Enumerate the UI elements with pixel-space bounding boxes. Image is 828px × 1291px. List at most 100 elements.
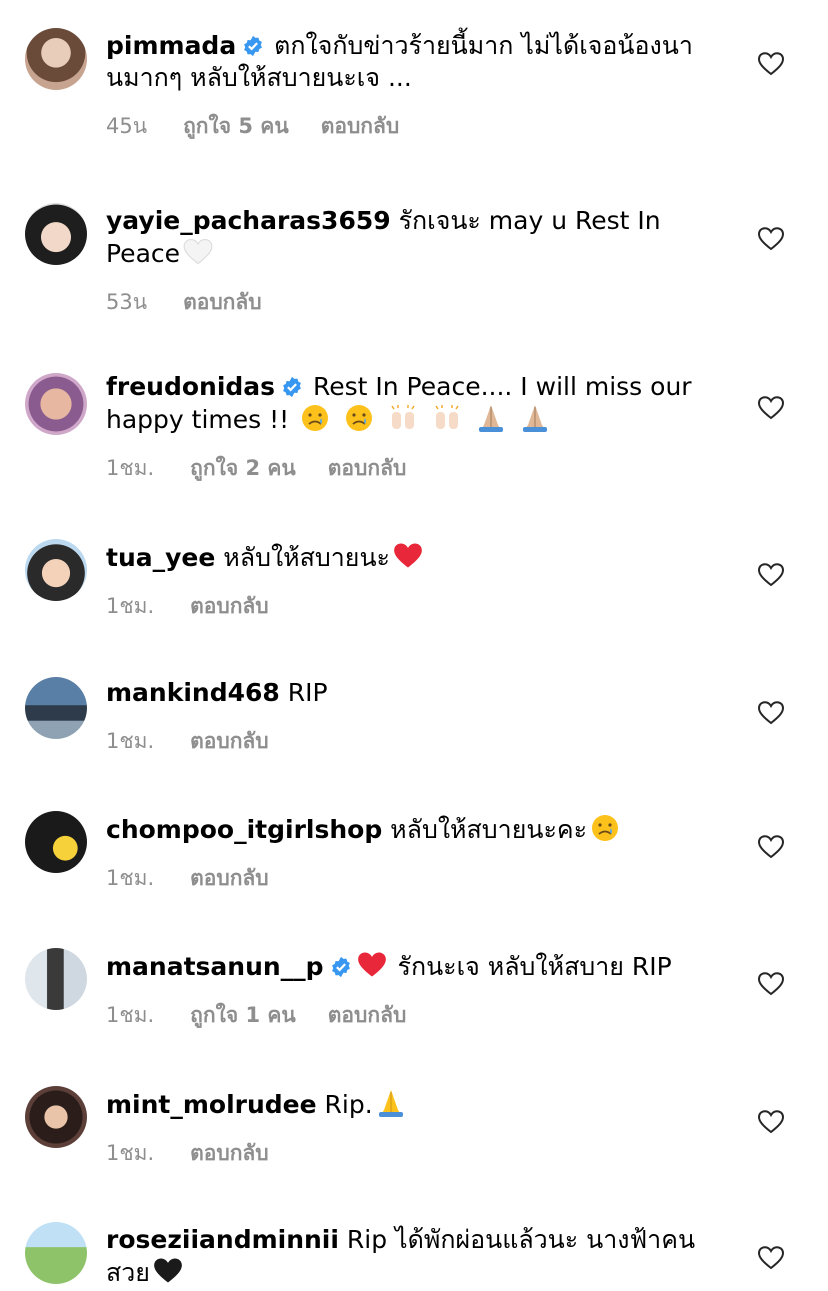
username[interactable]: yayie_pacharas3659 (106, 206, 391, 235)
comment-body: tua_yee หลับให้สบายนะ 1ชม. ตอบกลับ (106, 541, 746, 623)
comment-body: freudonidas Rest In Peace.... I will mis… (106, 371, 746, 485)
crying-face-icon (592, 815, 619, 841)
comment-content-2: happy times !! (106, 405, 290, 434)
raising-hands-icon (391, 405, 415, 429)
username[interactable]: manatsanun__p (106, 952, 324, 981)
heart-icon[interactable] (758, 835, 784, 859)
comment-meta: 1ชม. ตอบกลับ (106, 590, 746, 623)
comment-text: roseziiandminnii Rip ได้พักผ่อนแล้วนะ นา… (106, 1224, 746, 1289)
heart-icon[interactable] (758, 1246, 784, 1270)
comment-body: mint_molrudee Rip. 1ชม. ตอบกลับ (106, 1088, 746, 1170)
comment-text: pimmada ตกใจกับข่าวร้ายนี้มาก ไม่ได้เจอน… (106, 30, 746, 94)
avatar[interactable] (25, 1086, 87, 1148)
heart-icon[interactable] (758, 1110, 784, 1134)
heart-icon[interactable] (758, 227, 784, 251)
avatar[interactable] (25, 811, 87, 873)
timestamp: 1ชม. (106, 1003, 155, 1027)
comment-meta: 53น ตอบกลับ (106, 286, 746, 319)
comment-body: pimmada ตกใจกับข่าวร้ายนี้มาก ไม่ได้เจอน… (106, 30, 746, 143)
heart-icon[interactable] (758, 396, 784, 420)
like-count[interactable]: ถูกใจ 5 คน (183, 114, 289, 138)
comment-content-2: สวย (106, 1258, 150, 1287)
comment-text: yayie_pacharas3659 รักเจนะ may u Rest In… (106, 205, 746, 270)
avatar[interactable] (25, 948, 87, 1010)
timestamp: 45น (106, 114, 148, 138)
crying-face-icon (302, 405, 329, 431)
white-heart-icon (183, 238, 213, 265)
heart-icon[interactable] (758, 563, 784, 587)
username[interactable]: mankind468 (106, 678, 280, 707)
folded-hands-icon (378, 1090, 403, 1117)
reply-button[interactable]: ตอบกลับ (183, 290, 262, 314)
red-heart-icon (394, 543, 422, 568)
avatar[interactable] (25, 28, 87, 90)
comment-text: freudonidas Rest In Peace.... I will mis… (106, 371, 746, 436)
timestamp: 1ชม. (106, 729, 155, 753)
comment-content-2: นมากๆ หลับให้สบายนะเจ ... (106, 63, 412, 92)
username[interactable]: freudonidas (106, 372, 275, 401)
username[interactable]: tua_yee (106, 543, 215, 572)
comment-content-2: Peace (106, 239, 181, 268)
folded-hands-icon (478, 405, 503, 432)
comment-meta: 1ชม. ถูกใจ 1 คน ตอบกลับ (106, 999, 746, 1032)
timestamp: 1ชม. (106, 456, 155, 480)
avatar[interactable] (25, 203, 87, 265)
comment-content: หลับให้สบายนะคะ (382, 815, 588, 844)
comment-body: manatsanun__p รักนะเจ หลับให้สบาย RIP 1ช… (106, 950, 746, 1032)
username[interactable]: mint_molrudee (106, 1090, 317, 1119)
avatar[interactable] (25, 1222, 87, 1284)
comment-text: manatsanun__p รักนะเจ หลับให้สบาย RIP (106, 950, 746, 983)
reply-button[interactable]: ตอบกลับ (328, 456, 407, 480)
red-heart-icon (357, 952, 386, 977)
heart-icon[interactable] (758, 701, 784, 725)
comment-content: รักเจนะ may u Rest In (390, 206, 661, 235)
folded-hands-icon (522, 405, 547, 432)
timestamp: 1ชม. (106, 866, 155, 890)
reply-button[interactable]: ตอบกลับ (190, 729, 269, 753)
comment-body: chompoo_itgirlshop หลับให้สบายนะคะ 1ชม. ต… (106, 813, 746, 895)
verified-badge-icon (244, 35, 263, 57)
timestamp: 53น (106, 290, 148, 314)
comment-content: ตกใจกับข่าวร้ายนี้มาก ไม่ได้เจอน้องนา (266, 31, 693, 60)
reply-button[interactable]: ตอบกลับ (190, 1141, 269, 1165)
comment-meta: 1ชม. ถูกใจ 2 คน ตอบกลับ (106, 452, 746, 485)
comment-meta: 1ชม. ตอบกลับ (106, 862, 746, 895)
comment-text: tua_yee หลับให้สบายนะ (106, 541, 746, 574)
timestamp: 1ชม. (106, 1141, 155, 1165)
comment-content: RIP (279, 678, 328, 707)
timestamp: 1ชม. (106, 594, 155, 618)
comment-content: Rip ได้พักผ่อนแล้วนะ นางฟ้าคน (338, 1225, 696, 1254)
comment-content: หลับให้สบายนะ (215, 543, 390, 572)
comment-content: Rip. (316, 1090, 373, 1119)
verified-badge-icon (283, 376, 301, 398)
verified-badge-icon (331, 956, 350, 978)
comment-meta: 1ชม. ตอบกลับ (106, 725, 746, 758)
reply-button[interactable]: ตอบกลับ (321, 114, 400, 138)
comment-text: chompoo_itgirlshop หลับให้สบายนะคะ (106, 813, 746, 846)
comment-content: รักนะเจ หลับให้สบาย RIP (389, 952, 672, 981)
avatar[interactable] (25, 539, 87, 601)
heart-icon[interactable] (758, 972, 784, 996)
black-heart-icon (154, 1258, 182, 1283)
username[interactable]: chompoo_itgirlshop (106, 815, 382, 844)
comment-text: mankind468 RIP (106, 677, 746, 709)
comment-content: Rest In Peace.... I will miss our (305, 372, 692, 401)
comment-meta: 45น ถูกใจ 5 คน ตอบกลับ (106, 110, 746, 143)
comment-body: yayie_pacharas3659 รักเจนะ may u Rest In… (106, 205, 746, 319)
username[interactable]: roseziiandminnii (106, 1225, 339, 1254)
reply-button[interactable]: ตอบกลับ (190, 866, 269, 890)
username[interactable]: pimmada (106, 31, 236, 60)
comment-meta: 1ชม. ตอบกลับ (106, 1137, 746, 1170)
like-count[interactable]: ถูกใจ 1 คน (190, 1003, 296, 1027)
crying-face-icon (346, 405, 373, 431)
reply-button[interactable]: ตอบกลับ (328, 1003, 407, 1027)
like-count[interactable]: ถูกใจ 2 คน (190, 456, 296, 480)
comment-body: roseziiandminnii Rip ได้พักผ่อนแล้วนะ นา… (106, 1224, 746, 1289)
reply-button[interactable]: ตอบกลับ (190, 594, 269, 618)
heart-icon[interactable] (758, 52, 784, 76)
avatar[interactable] (25, 677, 87, 739)
raising-hands-icon (435, 405, 459, 429)
comment-body: mankind468 RIP 1ชม. ตอบกลับ (106, 677, 746, 758)
comment-text: mint_molrudee Rip. (106, 1088, 746, 1121)
avatar[interactable] (25, 373, 87, 435)
